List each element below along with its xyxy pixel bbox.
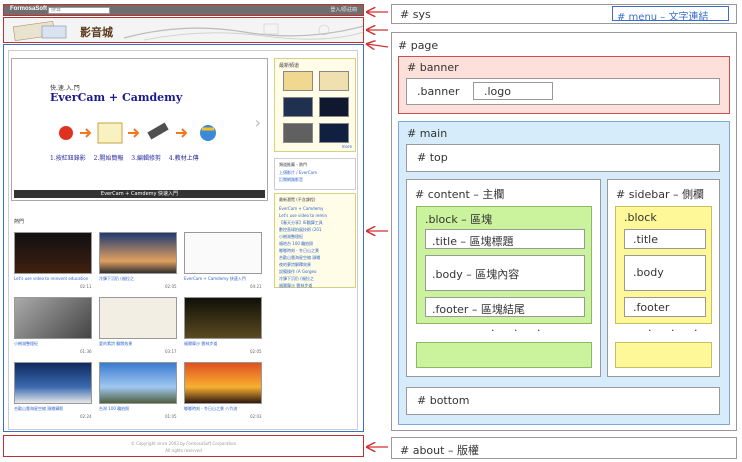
diagram-content-label: # content – 主欄: [415, 188, 505, 201]
diagram-page-label: # page: [398, 39, 439, 52]
diagram-about-box: # about – 版權: [391, 437, 737, 459]
diagram-title-label: .title – 區塊標題: [432, 235, 514, 248]
diagram-sidebar-body-box: .body: [624, 255, 706, 291]
diagram-body-box: .body – 區塊內容: [425, 255, 585, 291]
diagram-main-label: # main: [407, 127, 448, 140]
diagram-sidebar-body-label: .body: [633, 266, 664, 279]
diagram-logo-box: .logo: [473, 82, 553, 100]
diagram-banner-class-label: .banner: [417, 85, 460, 98]
diagram-body-label: .body – 區塊內容: [432, 268, 520, 281]
diagram-top-box: # top: [406, 144, 720, 172]
diagram-sidebar-footer-label: .footer: [633, 301, 670, 314]
diagram-sidebar-block-label: .block: [624, 211, 657, 224]
diagram-footer-box: .footer – 區塊結尾: [425, 297, 585, 317]
diagram-menu-box: # menu – 文字連結: [612, 6, 729, 23]
diagram-sidebar-title-label: .title: [633, 233, 659, 246]
diagram-block-label: .block – 區塊: [425, 213, 493, 226]
diagram-bottom-box: # bottom: [406, 387, 720, 415]
diagram-banner-label: # banner: [407, 61, 459, 74]
diagram-top-label: # top: [417, 151, 448, 164]
diagram-content-dots: · · ·: [491, 324, 549, 337]
diagram-about-label: # about – 版權: [400, 444, 479, 457]
arrow-page: [367, 44, 389, 47]
diagram-sidebar-label: # sidebar – 側欄: [616, 188, 704, 201]
diagram-block-placeholder: [416, 342, 592, 368]
diagram-sidebar-title-box: .title: [624, 229, 706, 249]
diagram-footer-label: .footer – 區塊結尾: [432, 303, 525, 316]
diagram-sys-label: # sys: [400, 8, 431, 21]
diagram-menu-label: # menu – 文字連結: [617, 12, 709, 23]
diagram-sidebar-dots: · · ·: [648, 324, 706, 337]
diagram-sidebar-footer-box: .footer: [624, 297, 706, 317]
diagram-banner-class-box: .banner: [406, 78, 720, 105]
diagram-bottom-label: # bottom: [417, 394, 470, 407]
diagram-logo-label: .logo: [484, 85, 511, 98]
diagram-sidebar-block-placeholder: [615, 342, 712, 368]
diagram-title-box: .title – 區塊標題: [425, 229, 585, 249]
